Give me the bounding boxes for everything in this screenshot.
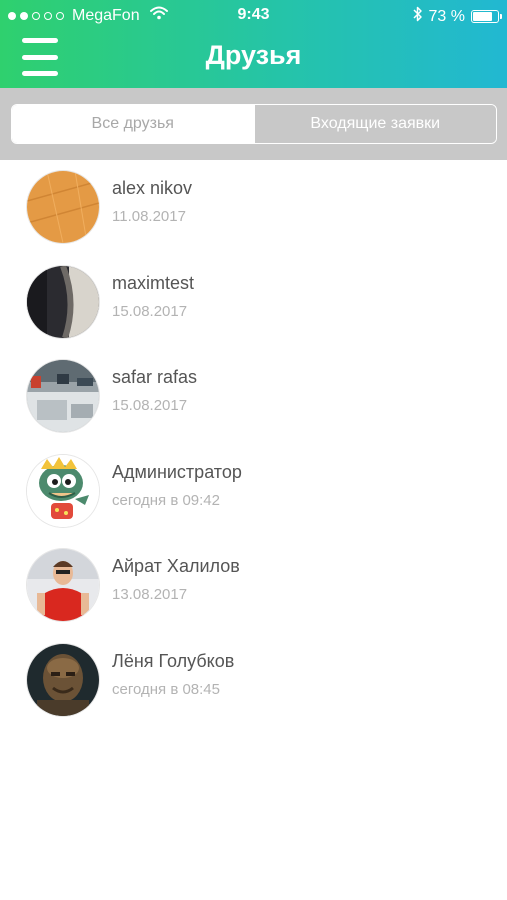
avatar <box>27 454 99 527</box>
friend-row[interactable]: maximtest 15.08.2017 <box>0 255 507 350</box>
friend-name: Администратор <box>112 461 242 482</box>
friend-row[interactable]: Администратор сегодня в 09:42 <box>0 444 507 539</box>
friend-name: Айрат Халилов <box>112 556 240 576</box>
menu-line <box>22 71 58 76</box>
friend-name: alex nikov <box>112 178 193 198</box>
battery-icon <box>471 10 502 23</box>
segmented-control: Все друзья Входящие заявки <box>11 104 497 144</box>
segment-bar: Все друзья Входящие заявки <box>0 88 507 160</box>
friends-list: alex nikov 11.08.2017 maximtest 15.08.20… <box>0 160 507 727</box>
tab-all-friends[interactable]: Все друзья <box>12 105 254 143</box>
friend-date: сегодня в 09:42 <box>112 491 220 509</box>
status-right: 73 % <box>413 6 502 27</box>
friend-row[interactable]: Лёня Голубков сегодня в 08:45 <box>0 633 507 728</box>
friend-date: 13.08.2017 <box>112 586 188 603</box>
avatar <box>27 171 99 243</box>
bluetooth-icon <box>413 6 423 27</box>
friend-date: сегодня в 08:45 <box>112 680 220 698</box>
avatar <box>27 360 99 432</box>
friend-date: 15.08.2017 <box>112 397 188 414</box>
app-header: MegaFon 9:43 73 % Друзья <box>0 0 507 88</box>
battery-percent: 73 % <box>428 7 465 25</box>
friend-date: 11.08.2017 <box>112 208 186 225</box>
friend-date: 15.08.2017 <box>112 302 188 320</box>
avatar <box>27 643 99 716</box>
friend-row[interactable]: alex nikov 11.08.2017 <box>0 160 507 255</box>
page-title: Друзья <box>205 40 302 70</box>
battery-fill <box>473 12 492 21</box>
status-bar: MegaFon 9:43 73 % <box>0 0 507 30</box>
friend-row[interactable]: safar rafas 15.08.2017 <box>0 349 507 444</box>
friend-name: safar rafas <box>112 367 198 387</box>
friend-name: maximtest <box>112 272 195 293</box>
tab-incoming-requests[interactable]: Входящие заявки <box>253 105 496 143</box>
avatar <box>27 265 99 338</box>
friend-name: Лёня Голубков <box>112 650 235 671</box>
avatar <box>27 549 99 621</box>
friend-row[interactable]: Айрат Халилов 13.08.2017 <box>0 538 507 633</box>
